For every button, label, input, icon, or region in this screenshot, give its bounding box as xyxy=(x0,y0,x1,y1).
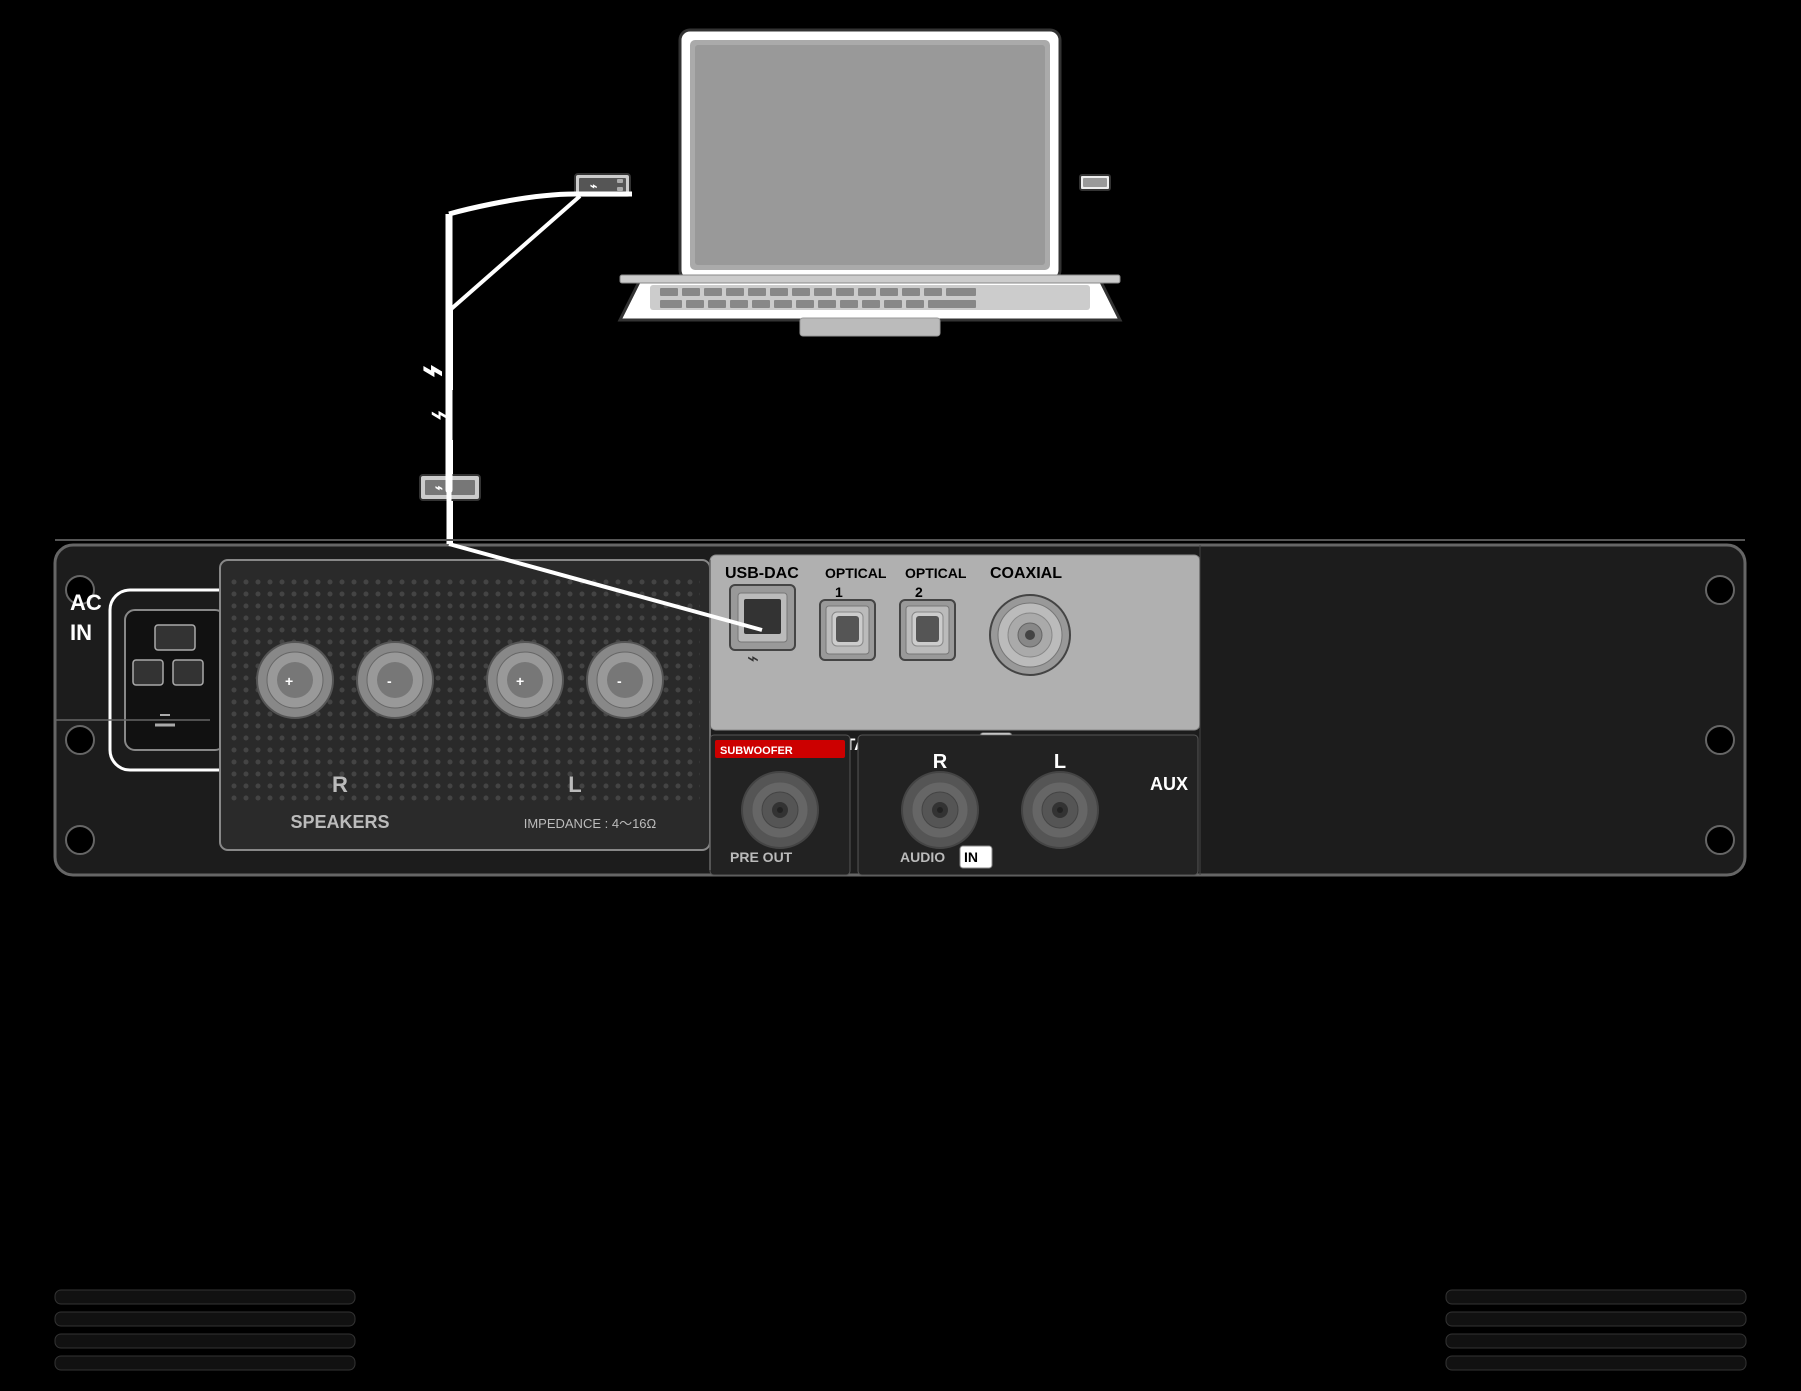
svg-text:R: R xyxy=(332,772,348,797)
svg-text:OPTICAL: OPTICAL xyxy=(825,565,887,581)
svg-text:2: 2 xyxy=(915,584,923,600)
svg-text:AC: AC xyxy=(70,590,102,615)
svg-text:USB-DAC: USB-DAC xyxy=(725,565,799,582)
svg-text:PRE OUT: PRE OUT xyxy=(730,849,793,865)
diagram-container: ⌁ ⌁ ⌁ xyxy=(0,0,1801,1386)
svg-text:⌁: ⌁ xyxy=(747,648,759,670)
audio-in-section: R L AUX AUDIO xyxy=(858,735,1198,875)
coaxial-connector: COAXIAL xyxy=(990,565,1070,675)
svg-text:+: + xyxy=(285,673,293,689)
svg-text:IN: IN xyxy=(70,620,92,645)
svg-text:COAXIAL: COAXIAL xyxy=(990,565,1062,582)
svg-text:IN: IN xyxy=(964,849,978,865)
svg-text:OPTICAL: OPTICAL xyxy=(905,565,967,581)
svg-text:⌁: ⌁ xyxy=(590,179,597,193)
svg-text:L: L xyxy=(568,772,581,797)
svg-text:R: R xyxy=(933,751,948,773)
pre-out-section: SUBWOOFER PRE OUT xyxy=(710,735,850,875)
svg-text:+: + xyxy=(516,673,524,689)
svg-text:⌁: ⌁ xyxy=(435,480,443,495)
svg-text:1: 1 xyxy=(835,584,843,600)
svg-text:-: - xyxy=(387,673,392,689)
svg-text:L: L xyxy=(1054,751,1066,773)
svg-text:SPEAKERS: SPEAKERS xyxy=(290,812,389,832)
svg-text:⌁: ⌁ xyxy=(422,349,444,390)
svg-text:AUDIO: AUDIO xyxy=(900,849,945,865)
svg-text:-: - xyxy=(617,673,622,689)
laptop-illustration xyxy=(620,30,1120,336)
amp-back-panel: AC IN xyxy=(55,545,1745,875)
digital-audio-section: USB-DAC ⌁ OPTICAL 1 xyxy=(710,555,1200,755)
svg-text:SUBWOOFER: SUBWOOFER xyxy=(720,745,793,757)
speakers-section: + - + xyxy=(220,560,710,850)
svg-text:AUX: AUX xyxy=(1150,774,1188,794)
svg-text:IMPEDANCE : 4～16Ω: IMPEDANCE : 4～16Ω xyxy=(524,816,657,831)
